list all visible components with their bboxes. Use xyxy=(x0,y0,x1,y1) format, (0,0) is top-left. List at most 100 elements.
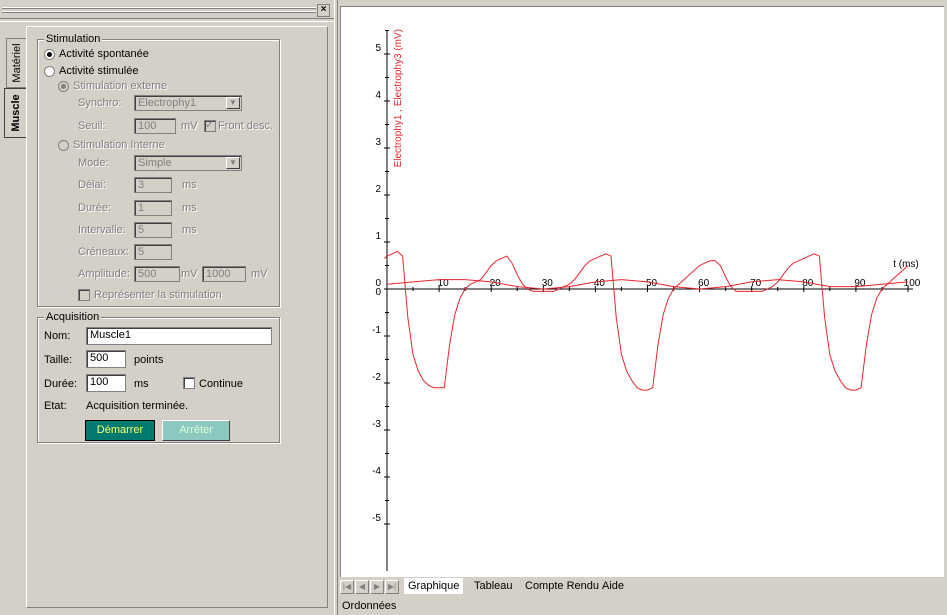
field-value: 1 xyxy=(138,202,145,214)
unit-label: mV xyxy=(181,268,198,280)
tab-graphique[interactable]: Graphique xyxy=(404,578,464,594)
start-button[interactable]: Démarrer xyxy=(85,420,155,441)
prev-tab-icon[interactable]: ◀ xyxy=(355,580,369,594)
y-axis-label: Electrophy1 , Electrophy3 (mV) xyxy=(393,29,404,167)
y-tick-label: 4 xyxy=(375,90,381,101)
seuil-field[interactable]: 100 xyxy=(134,118,176,134)
status-text: Acquisition terminée. xyxy=(86,400,189,412)
x-tick-label: 90 xyxy=(854,278,866,289)
unit-label: mV xyxy=(181,120,198,132)
chevron-down-icon[interactable]: ▼ xyxy=(226,97,240,109)
tab-compte-rendu[interactable]: Compte Rendu xyxy=(521,578,603,594)
field-label: Amplitude: xyxy=(78,268,130,280)
intervalle-field[interactable]: 5 xyxy=(134,222,172,238)
field-label: Durée: xyxy=(78,202,112,214)
y-tick-label: -2 xyxy=(372,372,381,383)
taille-field[interactable]: 500 xyxy=(86,350,126,368)
left-panel: × Matériel Muscle Stimulation Activité s… xyxy=(0,0,338,615)
field-label: Intervalle: xyxy=(78,224,126,236)
unit-label: ms xyxy=(134,378,149,390)
checkbox-label: Continue xyxy=(199,378,244,390)
stop-button[interactable]: Arrêter xyxy=(162,420,230,441)
synchro-combo[interactable]: Electrophy1 ▼ xyxy=(134,95,242,111)
field-label: Délai: xyxy=(78,179,107,191)
unit-label: points xyxy=(134,354,164,366)
chevron-down-icon[interactable]: ▼ xyxy=(226,157,240,169)
mode-combo[interactable]: Simple ▼ xyxy=(134,155,242,171)
field-value: 100 xyxy=(90,376,109,388)
y-tick-label: 3 xyxy=(375,137,381,148)
y-tick-label: 1 xyxy=(375,231,381,242)
unit-label: ms xyxy=(182,224,197,236)
field-label: Durée: xyxy=(44,378,78,390)
amplitude-field-1[interactable]: 500 xyxy=(134,266,180,282)
y-tick-label: -5 xyxy=(372,513,381,524)
field-label: Mode: xyxy=(78,157,109,169)
checkbox-label: Représenter la stimulation xyxy=(94,289,222,301)
close-icon[interactable]: × xyxy=(317,4,330,17)
front-desc-checkbox[interactable]: ✓ xyxy=(204,119,216,132)
y-tick-label: 2 xyxy=(375,184,381,195)
radio-label: Stimulation externe xyxy=(73,80,168,92)
x-tick-label: 60 xyxy=(698,278,710,289)
radio-internal[interactable] xyxy=(58,140,69,151)
field-value: 1000 xyxy=(206,268,231,280)
field-label: Créneaux: xyxy=(78,246,129,258)
sheet-tab-bar: |◀ ◀ ▶ ▶| Graphique Tableau Compte Rendu… xyxy=(338,578,947,596)
y-tick-label: 5 xyxy=(375,43,381,54)
splitter[interactable] xyxy=(334,0,338,615)
tab-label: Muscle xyxy=(10,94,22,132)
unit-label: ms xyxy=(182,202,197,214)
first-tab-icon[interactable]: |◀ xyxy=(340,580,354,594)
last-tab-icon[interactable]: ▶| xyxy=(385,580,399,594)
continue-checkbox[interactable] xyxy=(183,377,195,389)
field-value: 3 xyxy=(138,179,145,191)
amplitude-field-2[interactable]: 1000 xyxy=(202,266,246,282)
x-tick-label: 70 xyxy=(750,278,762,289)
x-tick-label: 40 xyxy=(594,278,606,289)
tab-aide[interactable]: Aide xyxy=(598,578,628,594)
x-tick-label: 30 xyxy=(542,278,554,289)
combo-value: Electrophy1 xyxy=(138,97,197,109)
stimulation-group: Stimulation Activité spontanée Activité … xyxy=(37,33,280,307)
nom-field[interactable]: Muscle1 xyxy=(86,327,272,345)
field-value: 500 xyxy=(138,268,157,280)
next-tab-icon[interactable]: ▶ xyxy=(370,580,384,594)
y-tick-label: -4 xyxy=(372,466,381,477)
group-title: Acquisition xyxy=(44,311,102,323)
acquisition-group: Acquisition Nom: Muscle1 Taille: 500 poi… xyxy=(37,311,280,443)
field-label: Synchro: xyxy=(78,97,122,109)
titlebar-grip xyxy=(2,11,316,13)
divider xyxy=(0,18,335,22)
origin-label: 0 xyxy=(375,287,381,298)
duree-field[interactable]: 100 xyxy=(86,374,126,392)
field-label: Nom: xyxy=(44,330,71,342)
panel-titlebar[interactable]: × xyxy=(0,4,334,18)
field-value: 100 xyxy=(138,120,157,132)
x-axis-label: t (ms) xyxy=(893,259,919,270)
tab-materiel[interactable]: Matériel xyxy=(6,38,27,88)
radio-stimulated[interactable] xyxy=(44,66,55,77)
radio-external[interactable] xyxy=(58,81,69,92)
titlebar-grip xyxy=(2,7,316,9)
tab-muscle[interactable]: Muscle xyxy=(4,88,27,138)
chart: 543210-1-2-3-4-510 20 30 40 50 60 70 80 90 1000t … xyxy=(372,29,921,571)
field-label: Etat: xyxy=(44,400,67,412)
status-bar: Ordonnées xyxy=(342,600,397,612)
field-value: 5 xyxy=(138,224,145,236)
duree-stim-field[interactable]: 1 xyxy=(134,200,172,216)
creneaux-field[interactable]: 5 xyxy=(134,244,172,260)
field-value: 5 xyxy=(138,246,145,258)
graph-area[interactable]: 5 4 3 2 1 0 -1 -2 -3 -4 -5 10 20 30 40 50 60 70 80 90 100 0 t … xyxy=(340,6,944,577)
represent-stim-checkbox[interactable] xyxy=(78,289,90,301)
checkbox-label: Front desc. xyxy=(218,120,274,132)
radio-label: Stimulation Interne xyxy=(73,139,165,151)
tab-tableau[interactable]: Tableau xyxy=(470,578,517,594)
unit-label: mV xyxy=(251,268,268,280)
field-value: 500 xyxy=(90,352,109,364)
combo-value: Simple xyxy=(138,157,172,169)
delai-field[interactable]: 3 xyxy=(134,177,172,193)
radio-spontaneous[interactable] xyxy=(44,49,55,60)
tab-label: Matériel xyxy=(11,43,23,83)
series-line-electrophy1 xyxy=(384,250,909,391)
